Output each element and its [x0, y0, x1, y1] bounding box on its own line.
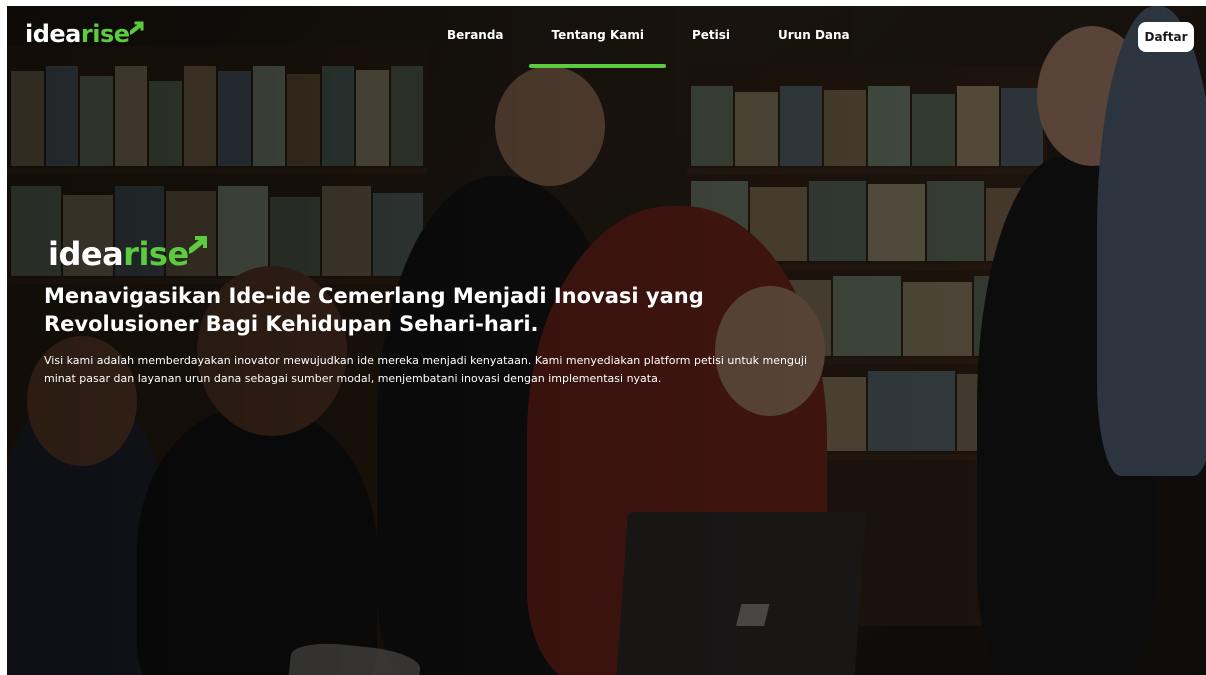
nav-item-beranda[interactable]: Beranda: [447, 28, 504, 42]
navbar: idearise Beranda Tentang Kami Petisi Uru…: [7, 6, 1206, 72]
active-nav-indicator: [528, 64, 666, 68]
nav-item-petisi[interactable]: Petisi: [692, 28, 730, 42]
hero-title: Menavigasikan Ide-ide Cemerlang Menjadi …: [44, 284, 704, 336]
logo-text-accent: rise: [80, 20, 130, 48]
hero-section: idearise Beranda Tentang Kami Petisi Uru…: [7, 6, 1206, 675]
logo-text-prefix: idea: [25, 20, 81, 48]
main-menu: Beranda Tentang Kami Petisi Urun Dana: [447, 28, 850, 68]
nav-item-tentang-kami-label: Tentang Kami: [551, 28, 644, 42]
register-button[interactable]: Daftar: [1138, 22, 1194, 52]
hero-logo-prefix: idea: [48, 235, 124, 273]
hero-content: idearise Menavigasikan Ide-ide Cemerlang…: [44, 234, 844, 388]
logo-arrow-icon: [188, 236, 207, 254]
nav-item-tentang-kami[interactable]: Tentang Kami: [528, 28, 666, 68]
nav-item-urun-dana[interactable]: Urun Dana: [778, 28, 850, 42]
hero-description: Visi kami adalah memberdayakan inovator …: [44, 354, 808, 385]
logo-arrow-icon: [129, 21, 144, 35]
hero-logo-accent: rise: [123, 235, 189, 273]
brand-logo[interactable]: idearise: [25, 20, 145, 46]
hero-logo: idearise: [48, 234, 844, 270]
